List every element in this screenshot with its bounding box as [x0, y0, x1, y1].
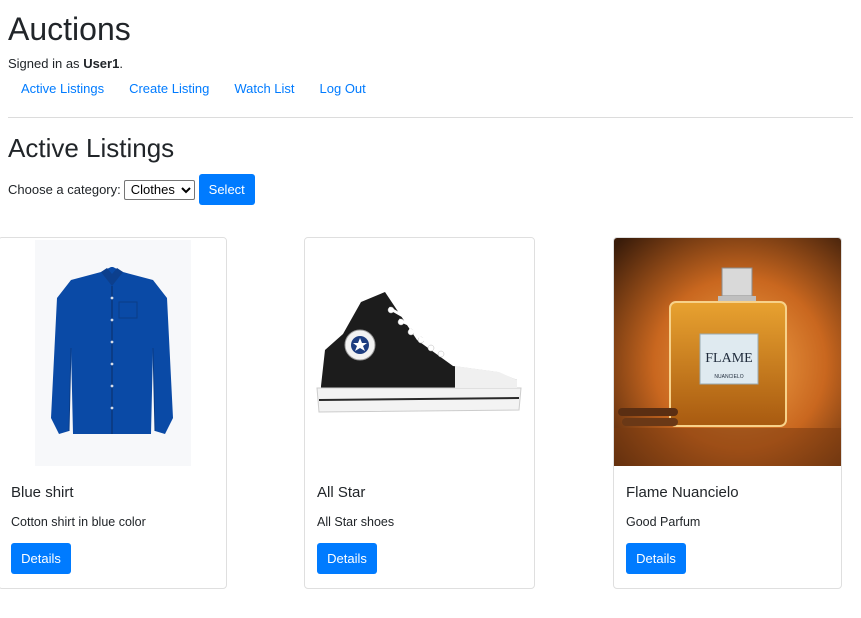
signed-in-prefix: Signed in as: [8, 56, 80, 71]
details-button[interactable]: Details: [626, 543, 686, 574]
listing-image-flame-nuancielo: FLAME NUANCIELO: [614, 238, 841, 466]
details-button[interactable]: Details: [317, 543, 377, 574]
category-filter: Choose a category: Clothes Select: [8, 174, 255, 205]
listing-card: All Star All Star shoes Details: [304, 237, 535, 589]
main-nav: Active Listings Create Listing Watch Lis…: [21, 80, 391, 97]
nav-active-listings[interactable]: Active Listings: [21, 80, 104, 97]
listing-card: Blue shirt Cotton shirt in blue color De…: [0, 237, 227, 589]
listing-title: Blue shirt: [11, 484, 74, 501]
listing-title: Flame Nuancielo: [626, 484, 739, 501]
listing-description: Good Parfum: [626, 515, 701, 529]
listing-title: All Star: [317, 484, 366, 501]
listing-description: Cotton shirt in blue color: [11, 515, 146, 529]
nav-log-out[interactable]: Log Out: [320, 80, 366, 97]
listing-card: FLAME NUANCIELO Flame Nuancielo Good Par…: [613, 237, 842, 589]
signed-in-suffix: .: [119, 56, 123, 71]
nav-watch-list[interactable]: Watch List: [234, 80, 294, 97]
header-divider: [8, 117, 853, 118]
username: User1: [83, 56, 120, 71]
perfume-label-text: FLAME: [705, 351, 752, 366]
category-select[interactable]: Clothes: [123, 179, 195, 200]
page-title: Active Listings: [8, 133, 175, 163]
select-button[interactable]: Select: [198, 174, 255, 205]
category-label: Choose a category:: [8, 182, 121, 197]
signed-in-status: Signed in as User1.: [8, 55, 123, 72]
details-button[interactable]: Details: [11, 543, 71, 574]
listing-description: All Star shoes: [317, 515, 395, 529]
listing-image-all-star: [305, 238, 534, 466]
perfume-brand-text: NUANCIELO: [714, 374, 743, 380]
listing-image-blue-shirt: [0, 238, 226, 466]
app-title: Auctions: [8, 11, 131, 47]
nav-create-listing[interactable]: Create Listing: [129, 80, 209, 97]
